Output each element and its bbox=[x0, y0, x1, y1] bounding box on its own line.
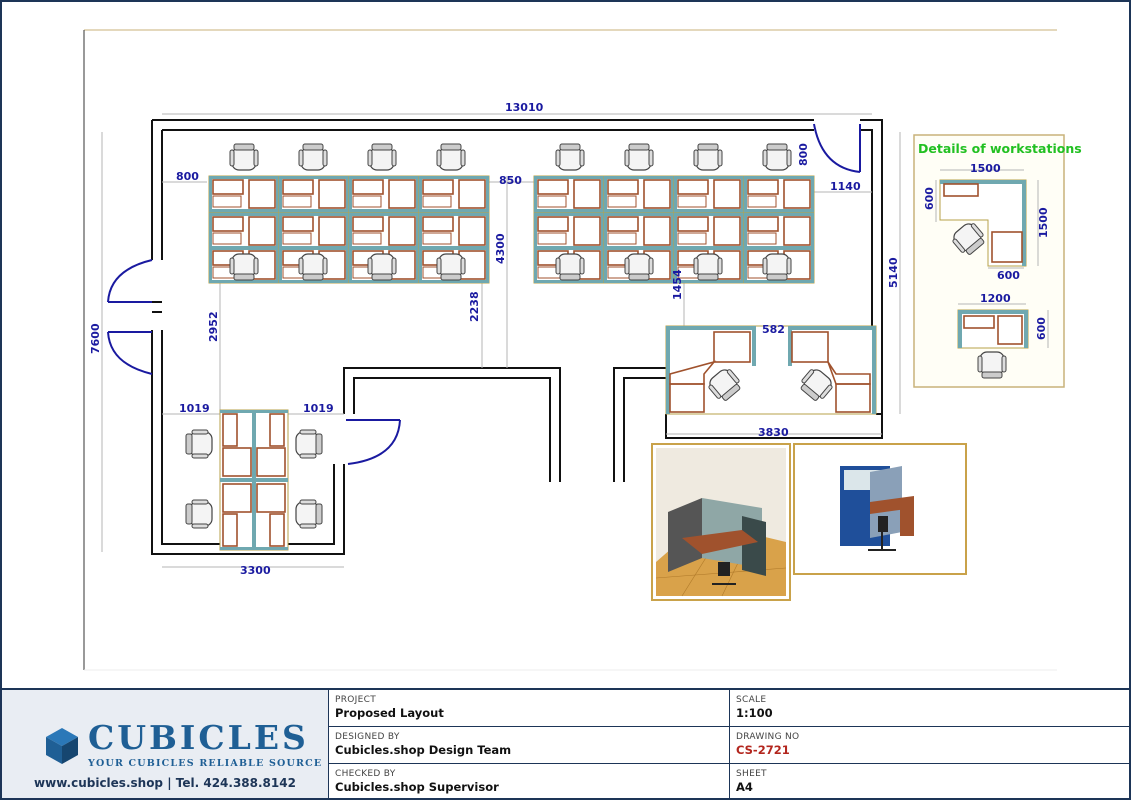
dim-overall-width: 13010 bbox=[505, 101, 544, 114]
brand-name: CUBICLES bbox=[88, 718, 309, 757]
brand-contact: www.cubicles.shop | Tel. 424.388.8142 bbox=[34, 776, 296, 790]
drawing-no-cell: DRAWING NO CS-2721 bbox=[729, 727, 1129, 764]
project-label: PROJECT bbox=[335, 695, 376, 705]
scale-label: SCALE bbox=[736, 695, 767, 705]
checked-value: Cubicles.shop Supervisor bbox=[335, 780, 499, 794]
dim-overall-height: 7600 bbox=[89, 323, 102, 354]
brand-tagline: YOUR CUBICLES RELIABLE SOURCE bbox=[88, 758, 323, 769]
sheet-cell: SHEET A4 bbox=[729, 764, 1129, 798]
cube-logo-icon bbox=[46, 728, 78, 764]
drawing-value: CS-2721 bbox=[736, 743, 790, 757]
title-block: CUBICLES YOUR CUBICLES RELIABLE SOURCE w… bbox=[2, 688, 1129, 798]
dim-pod-width: 3830 bbox=[758, 426, 789, 439]
dim-left-margin: 800 bbox=[176, 170, 199, 183]
dim-pod-gap: 582 bbox=[762, 323, 785, 336]
door-left bbox=[107, 259, 153, 375]
workstation-cluster-lower bbox=[185, 409, 323, 551]
dim-right-aisle: 1454 bbox=[671, 269, 684, 300]
door-top-right bbox=[813, 123, 861, 173]
details-title: Details of workstations bbox=[918, 141, 1082, 156]
detail-l-return: 600 bbox=[997, 269, 1020, 282]
scale-cell: SCALE 1:100 bbox=[729, 690, 1129, 727]
dim-cluster-depth: 4300 bbox=[494, 233, 507, 264]
checked-cell: CHECKED BY Cubicles.shop Supervisor bbox=[328, 764, 729, 798]
detail-l-depth-right: 1500 bbox=[1037, 207, 1050, 238]
brand-logo: CUBICLES YOUR CUBICLES RELIABLE SOURCE w… bbox=[2, 690, 329, 798]
project-cell: PROJECT Proposed Layout bbox=[328, 690, 729, 727]
detail-straight-width: 1200 bbox=[980, 292, 1011, 305]
dim-lower-room-width: 3300 bbox=[240, 564, 271, 577]
floor-plan: Details of workstations 13010 7600 800 8… bbox=[83, 29, 1082, 671]
detail-l-width: 1500 bbox=[970, 162, 1001, 175]
render-image-1 bbox=[651, 443, 791, 601]
dim-right-clear: 1140 bbox=[830, 180, 861, 193]
detail-straight-depth: 600 bbox=[1035, 317, 1048, 340]
dim-lower-left-gap: 1019 bbox=[179, 402, 210, 415]
workstation-cluster-right bbox=[533, 143, 815, 284]
door-lower bbox=[346, 419, 401, 465]
dim-center-aisle: 2238 bbox=[468, 291, 481, 322]
dim-left-aisle: 2952 bbox=[207, 311, 220, 342]
designed-value: Cubicles.shop Design Team bbox=[335, 743, 512, 757]
dim-top-right-gap: 800 bbox=[797, 143, 810, 166]
dim-right-height: 5140 bbox=[887, 257, 900, 288]
designed-cell: DESIGNED BY Cubicles.shop Design Team bbox=[328, 727, 729, 764]
workstation-pod-right bbox=[665, 325, 877, 415]
render-image-2 bbox=[793, 443, 967, 575]
detail-l-depth-left: 600 bbox=[923, 187, 936, 210]
project-value: Proposed Layout bbox=[335, 706, 444, 720]
sheet-value: A4 bbox=[736, 780, 753, 794]
drawing-sheet: Details of workstations 13010 7600 800 8… bbox=[0, 0, 1131, 800]
scale-value: 1:100 bbox=[736, 706, 773, 720]
designed-label: DESIGNED BY bbox=[335, 732, 400, 742]
dim-lower-right-gap: 1019 bbox=[303, 402, 334, 415]
checked-label: CHECKED BY bbox=[335, 769, 396, 779]
sheet-label: SHEET bbox=[736, 769, 767, 779]
dim-aisle-gap: 850 bbox=[499, 174, 522, 187]
drawing-label: DRAWING NO bbox=[736, 732, 800, 742]
workstation-cluster-left bbox=[208, 143, 490, 284]
